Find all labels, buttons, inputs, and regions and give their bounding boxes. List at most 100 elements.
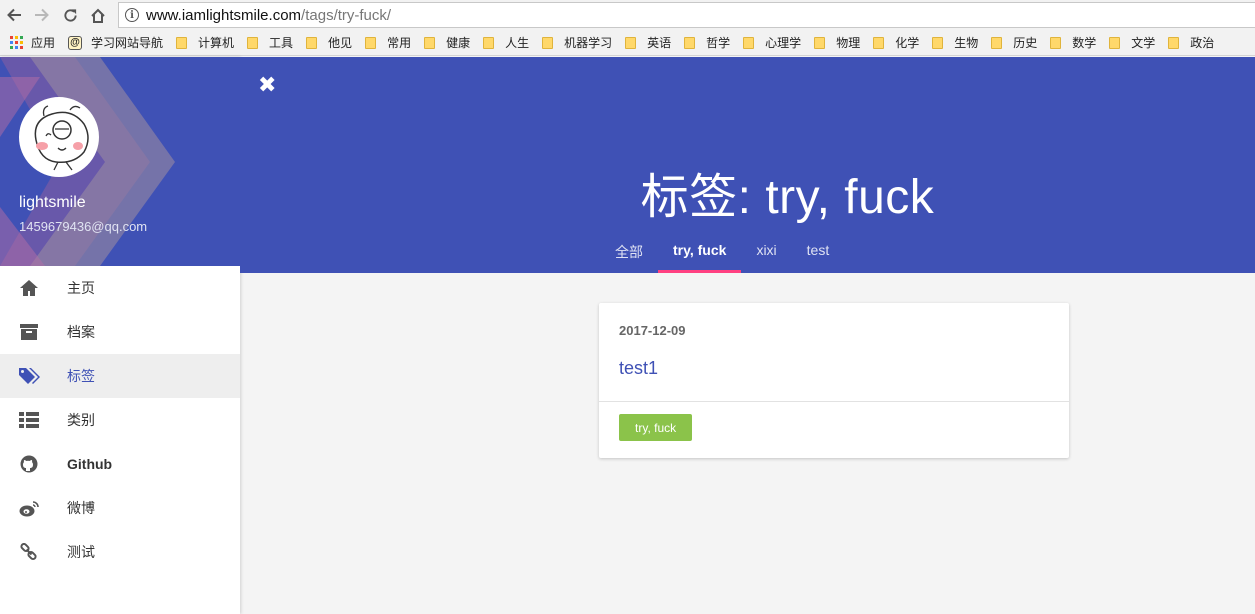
folder-icon: [625, 36, 637, 49]
page: lightsmile 1459679436@qq.com 主页 档案 标签 类别…: [0, 57, 1255, 614]
bookmark-folder[interactable]: 健康: [424, 30, 483, 55]
bookmark-label: 心理学: [765, 36, 802, 50]
tab-xixi[interactable]: xixi: [741, 235, 791, 273]
bookmark-folder[interactable]: 他见: [306, 30, 365, 55]
bookmark-folder[interactable]: 文学: [1109, 30, 1168, 55]
bookmark-folder[interactable]: 政治: [1168, 30, 1227, 55]
home-page-icon[interactable]: [84, 0, 112, 30]
bookmark-folder[interactable]: 机器学习: [542, 30, 625, 55]
tab-all[interactable]: 全部: [600, 235, 658, 273]
archive-icon: [18, 321, 40, 343]
sidebar-menu: 主页 档案 标签 类别 Github 微博 测试: [0, 266, 240, 574]
sidebar-item-home[interactable]: 主页: [0, 266, 240, 310]
bookmark-label: 哲学: [706, 36, 731, 50]
bookmark-site-nav[interactable]: @ 学习网站导航: [68, 30, 176, 55]
sidebar-header: lightsmile 1459679436@qq.com: [0, 57, 240, 266]
tab-try-fuck[interactable]: try, fuck: [658, 235, 742, 273]
browser-toolbar: i www.iamlightsmile.com/tags/try-fuck/: [0, 0, 1255, 30]
folder-icon: [542, 36, 554, 49]
bookmark-folder[interactable]: 英语: [625, 30, 684, 55]
home-icon: [18, 277, 40, 299]
list-icon: [18, 409, 40, 431]
bookmark-label: 工具: [269, 36, 294, 50]
bookmark-label: 常用: [387, 36, 412, 50]
bookmark-label: 英语: [647, 36, 672, 50]
github-icon: [18, 453, 40, 475]
bookmark-label: 机器学习: [564, 36, 613, 50]
site-favicon-icon: @: [68, 35, 83, 50]
url-path: /tags/try-fuck/: [301, 6, 392, 24]
folder-icon: [176, 36, 188, 49]
bookmark-label: 健康: [446, 36, 471, 50]
user-email: 1459679436@qq.com: [19, 219, 148, 234]
card-divider: [599, 401, 1069, 402]
sidebar-item-archive[interactable]: 档案: [0, 310, 240, 354]
bookmark-apps[interactable]: 应用: [10, 30, 68, 55]
sidebar-item-weibo[interactable]: 微博: [0, 486, 240, 530]
bookmark-label: 化学: [895, 36, 920, 50]
bookmark-folder[interactable]: 哲学: [684, 30, 743, 55]
bookmark-folder[interactable]: 人生: [483, 30, 542, 55]
post-date: 2017-12-09: [619, 323, 686, 338]
forward-icon[interactable]: [28, 0, 56, 30]
folder-icon: [1050, 36, 1062, 49]
close-icon[interactable]: ✖: [258, 73, 278, 97]
site-info-icon[interactable]: i: [125, 8, 139, 22]
post-tag-chip[interactable]: try, fuck: [619, 414, 693, 441]
bookmarks-bar: 应用 @ 学习网站导航 计算机 工具 他见 常用 健康 人生 机器学习 英语 哲学 心理学 物理 化学…: [0, 30, 1255, 56]
bookmark-label: 物理: [836, 36, 861, 50]
tab-test[interactable]: test: [792, 235, 845, 273]
bookmark-label: 政治: [1190, 36, 1215, 50]
post-title-link[interactable]: test1: [619, 358, 658, 379]
sidebar-item-label: 类别: [67, 412, 95, 428]
folder-icon: [743, 36, 755, 49]
folder-icon: [306, 36, 318, 49]
back-icon[interactable]: [0, 0, 28, 30]
sidebar: lightsmile 1459679436@qq.com 主页 档案 标签 类别…: [0, 57, 240, 614]
bookmark-label: 生物: [954, 36, 979, 50]
reload-icon[interactable]: [56, 0, 84, 30]
bookmark-label: 文学: [1131, 36, 1156, 50]
folder-icon: [814, 36, 826, 49]
address-bar[interactable]: i www.iamlightsmile.com/tags/try-fuck/: [118, 2, 1255, 28]
folder-icon: [991, 36, 1003, 49]
bookmark-folder[interactable]: 化学: [873, 30, 932, 55]
folder-icon: [424, 36, 436, 49]
sidebar-item-label: Github: [67, 456, 113, 472]
bookmark-label: 历史: [1013, 36, 1038, 50]
folder-icon: [873, 36, 885, 49]
apps-grid-icon: [10, 36, 23, 49]
bookmark-folder[interactable]: 计算机: [176, 30, 247, 55]
bookmark-folder[interactable]: 历史: [991, 30, 1050, 55]
weibo-icon: [18, 497, 40, 519]
sidebar-item-test[interactable]: 测试: [0, 530, 240, 574]
folder-icon: [483, 36, 495, 49]
folder-icon: [1109, 36, 1121, 49]
page-header: ✖ 标签: try, fuck 全部 try, fuck xixi test: [240, 57, 1255, 273]
sidebar-item-github[interactable]: Github: [0, 442, 240, 486]
sidebar-item-label: 测试: [67, 544, 95, 560]
sidebar-item-label: 主页: [67, 280, 95, 296]
folder-icon: [247, 36, 259, 49]
folder-icon: [365, 36, 377, 49]
bookmark-label: 数学: [1072, 36, 1097, 50]
sidebar-item-categories[interactable]: 类别: [0, 398, 240, 442]
bookmark-label: 人生: [505, 36, 530, 50]
url-host: www.iamlightsmile.com: [146, 6, 302, 24]
bookmark-folder[interactable]: 常用: [365, 30, 424, 55]
bookmark-folder[interactable]: 数学: [1050, 30, 1109, 55]
bookmark-folder[interactable]: 生物: [932, 30, 991, 55]
bookmark-label: 学习网站导航: [91, 36, 164, 50]
page-title: 标签: try, fuck: [640, 171, 935, 224]
sidebar-item-tags[interactable]: 标签: [0, 354, 240, 398]
bookmark-label: 计算机: [198, 36, 235, 50]
sidebar-item-label: 微博: [67, 500, 95, 516]
link-icon: [18, 541, 40, 563]
sidebar-item-label: 标签: [67, 368, 95, 384]
tags-icon: [18, 365, 40, 387]
avatar[interactable]: [19, 97, 99, 177]
folder-icon: [684, 36, 696, 49]
bookmark-folder[interactable]: 心理学: [743, 30, 814, 55]
bookmark-folder[interactable]: 工具: [247, 30, 306, 55]
bookmark-folder[interactable]: 物理: [814, 30, 873, 55]
